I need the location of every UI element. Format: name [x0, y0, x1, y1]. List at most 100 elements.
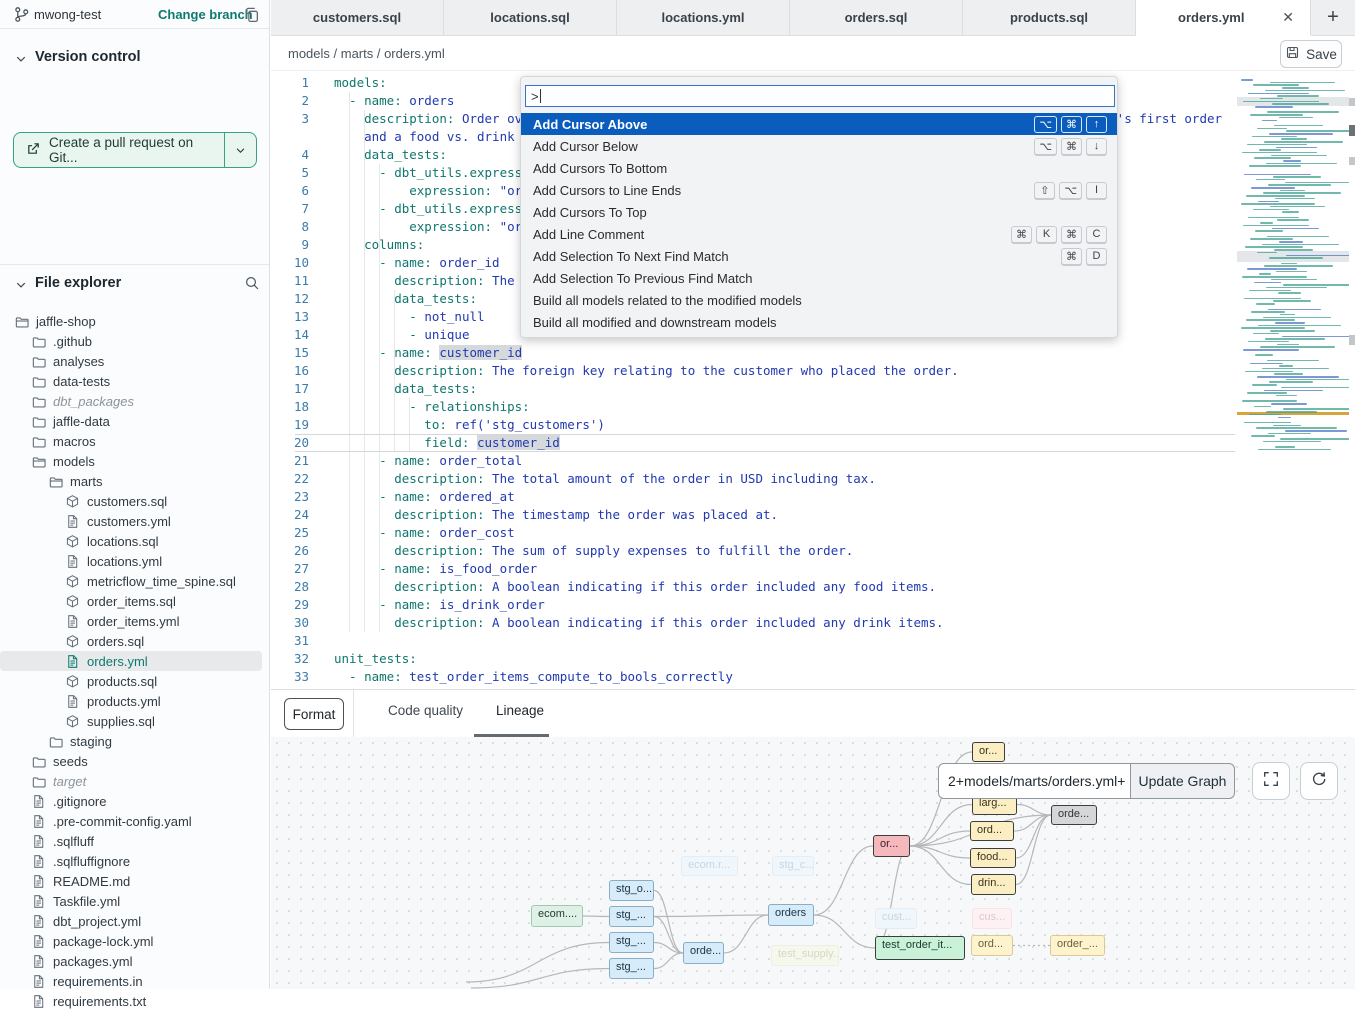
file-tree-item-order_items.sql[interactable]: order_items.sql [0, 591, 270, 611]
lineage-node-stg_...[interactable]: stg_... [609, 958, 654, 979]
change-branch-link[interactable]: Change branch [158, 7, 253, 22]
file-tree-item-.pre-commit-config.yaml[interactable]: .pre-commit-config.yaml [0, 811, 270, 831]
file-tree-item-order_items.yml[interactable]: order_items.yml [0, 611, 270, 631]
tab-locations.yml[interactable]: locations.yml [617, 0, 790, 36]
text-caret [540, 89, 541, 103]
file-tree-item-models[interactable]: models [0, 451, 270, 471]
lineage-node-or...[interactable]: or... [972, 742, 1005, 762]
file-tree-item-supplies.sql[interactable]: supplies.sql [0, 711, 270, 731]
file-icon [31, 994, 46, 1009]
palette-item-Add Selection To Previous Find Match[interactable]: Add Selection To Previous Find Match [521, 267, 1117, 289]
file-tree-item-products.sql[interactable]: products.sql [0, 671, 270, 691]
file-tree-item-.sqlfluff[interactable]: .sqlfluff [0, 831, 270, 851]
tab-customers.sql[interactable]: customers.sql [271, 0, 444, 36]
lineage-node-order_...[interactable]: order_... [1050, 935, 1105, 956]
lineage-node-or...[interactable]: or... [873, 835, 910, 857]
file-tree-item-data-tests[interactable]: data-tests [0, 371, 270, 391]
lineage-node-ord...[interactable]: ord... [971, 935, 1013, 956]
lineage-node-food...[interactable]: food... [970, 848, 1016, 868]
file-tree-item-locations.sql[interactable]: locations.sql [0, 531, 270, 551]
file-label: customers.yml [87, 514, 171, 529]
file-tree-item-.github[interactable]: .github [0, 331, 270, 351]
file-tree-item-locations.yml[interactable]: locations.yml [0, 551, 270, 571]
palette-item-Add Line Comment[interactable]: Add Line Comment⌘K⌘C [521, 223, 1117, 245]
pr-button-dropdown[interactable] [224, 133, 256, 167]
minimap[interactable] [1237, 79, 1349, 457]
tab-orders.sql[interactable]: orders.sql [790, 0, 963, 36]
lineage-node-ord...[interactable]: ord... [970, 821, 1014, 841]
palette-item-Add Cursors to Line Ends[interactable]: Add Cursors to Line Ends⇧⌥I [521, 179, 1117, 201]
command-palette-input[interactable]: > [525, 85, 1115, 107]
fullscreen-button[interactable] [1252, 762, 1290, 800]
update-graph-button[interactable]: Update Graph [1131, 763, 1235, 799]
file-tree-item-orders.yml[interactable]: orders.yml [0, 651, 262, 671]
file-tree-item-Taskfile.yml[interactable]: Taskfile.yml [0, 891, 270, 911]
file-tree-item-dbt_project.yml[interactable]: dbt_project.yml [0, 911, 270, 931]
palette-item-Build all models related to the modified models[interactable]: Build all models related to the modified… [521, 289, 1117, 311]
file-tree-item-dbt_packages[interactable]: dbt_packages [0, 391, 270, 411]
lineage-node-stg_...[interactable]: stg_... [609, 932, 654, 953]
file-tree-item-products.yml[interactable]: products.yml [0, 691, 270, 711]
file-tree-item-marts[interactable]: marts [0, 471, 270, 491]
copy-icon[interactable] [243, 6, 260, 28]
file-icon [65, 614, 80, 629]
create-pull-request-button[interactable]: Create a pull request on Git... [13, 132, 257, 168]
chevron-down-icon[interactable] [15, 278, 27, 296]
refresh-button[interactable] [1300, 762, 1338, 800]
file-tree-item-package-lock.yml[interactable]: package-lock.yml [0, 931, 270, 951]
file-tree-item-seeds[interactable]: seeds [0, 751, 270, 771]
palette-item-Add Cursors To Top[interactable]: Add Cursors To Top [521, 201, 1117, 223]
code-editor[interactable]: 1models:2 - name: orders3 description: O… [271, 71, 1355, 689]
lineage-node-drin...[interactable]: drin... [971, 874, 1016, 895]
tab-orders.yml[interactable]: orders.yml✕ [1136, 0, 1311, 36]
new-tab-button[interactable]: + [1311, 0, 1355, 36]
file-tree-item-customers.yml[interactable]: customers.yml [0, 511, 270, 531]
file-tree-item-README.md[interactable]: README.md [0, 871, 270, 891]
key-badge: ↑ [1086, 116, 1107, 133]
save-button[interactable]: Save [1280, 40, 1342, 68]
file-label: .sqlfluff [53, 834, 94, 849]
palette-item-Add Cursor Above[interactable]: Add Cursor Above⌥⌘↑ [521, 113, 1117, 135]
tab-code-quality[interactable]: Code quality [388, 703, 463, 718]
file-tree-item-customers.sql[interactable]: customers.sql [0, 491, 270, 511]
lineage-node-orde...[interactable]: orde... [1051, 805, 1097, 825]
search-icon[interactable] [244, 275, 260, 296]
lineage-node-ecom....[interactable]: ecom.... [531, 905, 583, 927]
line-number: 7 [271, 200, 309, 218]
file-tree-item-metricflow_time_spine.sql[interactable]: metricflow_time_spine.sql [0, 571, 270, 591]
lineage-node-stg_...[interactable]: stg_... [609, 906, 654, 927]
file-tree-item-staging[interactable]: staging [0, 731, 270, 751]
format-button[interactable]: Format [284, 698, 344, 730]
tab-products.sql[interactable]: products.sql [963, 0, 1136, 36]
palette-item-Add Selection To Next Find Match[interactable]: Add Selection To Next Find Match⌘D [521, 245, 1117, 267]
key-badge: ⌘ [1061, 138, 1082, 155]
lineage-search-input[interactable]: 2+models/marts/orders.yml+ [938, 763, 1131, 799]
file-tree-item-jaffle-shop[interactable]: jaffle-shop [0, 311, 270, 331]
palette-item-label: Build all modified and downstream models [533, 315, 777, 330]
palette-item-Add Cursors To Bottom[interactable]: Add Cursors To Bottom [521, 157, 1117, 179]
file-tree-item-jaffle-data[interactable]: jaffle-data [0, 411, 270, 431]
tab-lineage[interactable]: Lineage [496, 703, 544, 718]
file-tree-item-analyses[interactable]: analyses [0, 351, 270, 371]
file-tree-item-macros[interactable]: macros [0, 431, 270, 451]
file-tree-item-requirements.txt[interactable]: requirements.txt [0, 991, 270, 1011]
tab-locations.sql[interactable]: locations.sql [444, 0, 617, 36]
palette-item-Add Cursor Below[interactable]: Add Cursor Below⌥⌘↓ [521, 135, 1117, 157]
file-icon [31, 954, 46, 969]
lineage-node-test_order_it...[interactable]: test_order_it... [875, 936, 965, 960]
editor-scrollbar[interactable] [1349, 71, 1355, 689]
palette-item-label: Add Selection To Next Find Match [533, 249, 729, 264]
lineage-node-stg_o...[interactable]: stg_o... [609, 880, 654, 901]
file-tree-item-packages.yml[interactable]: packages.yml [0, 951, 270, 971]
lineage-canvas[interactable]: 2+models/marts/orders.yml+ Update Graph … [271, 737, 1355, 989]
file-tree-item-orders.sql[interactable]: orders.sql [0, 631, 270, 651]
close-icon[interactable]: ✕ [1280, 9, 1296, 26]
lineage-node-orders[interactable]: orders [768, 904, 814, 926]
palette-item-Build all modified and downstream models[interactable]: Build all modified and downstream models [521, 311, 1117, 333]
chevron-down-icon[interactable] [15, 52, 27, 70]
file-tree-item-.sqlfluffignore[interactable]: .sqlfluffignore [0, 851, 270, 871]
file-tree-item-target[interactable]: target [0, 771, 270, 791]
file-tree-item-requirements.in[interactable]: requirements.in [0, 971, 270, 991]
file-tree-item-.gitignore[interactable]: .gitignore [0, 791, 270, 811]
lineage-node-orde...[interactable]: orde... [683, 942, 724, 964]
